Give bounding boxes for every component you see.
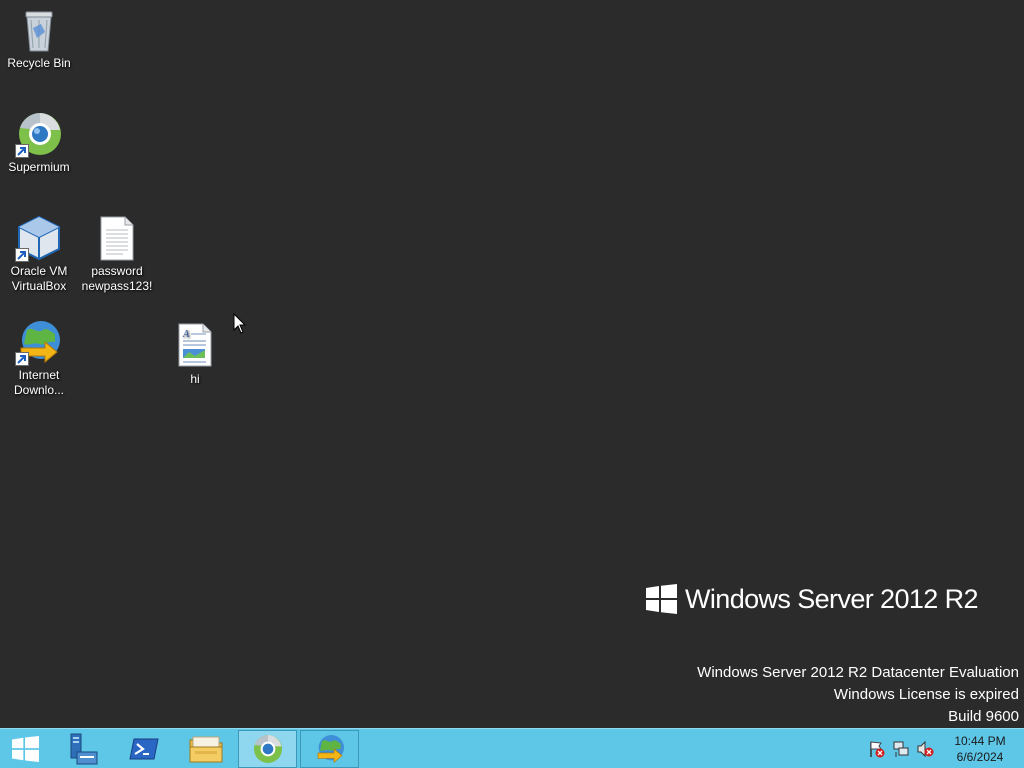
shortcut-arrow-icon xyxy=(15,144,29,158)
windows-logo-icon xyxy=(11,736,39,762)
powershell-icon xyxy=(128,738,159,760)
taskbar-powershell[interactable] xyxy=(114,730,173,768)
os-branding: Windows Server 2012 R2 xyxy=(646,582,979,616)
mouse-cursor-icon xyxy=(233,312,247,340)
recycle-bin-icon xyxy=(15,6,63,54)
desktop-icon-label: hi xyxy=(190,372,200,386)
desktop-icon-label: Recycle Bin xyxy=(7,56,71,70)
supermium-icon xyxy=(15,110,63,158)
desktop-icon-hi[interactable]: A hi xyxy=(156,322,234,387)
text-document-icon xyxy=(93,214,141,262)
virtualbox-icon xyxy=(15,214,63,262)
start-button[interactable] xyxy=(0,730,50,768)
taskbar-file-explorer[interactable] xyxy=(176,730,235,768)
taskbar-clock[interactable]: 10:44 PM 6/6/2024 xyxy=(940,733,1020,765)
desktop-icon-virtualbox[interactable]: Oracle VM VirtualBox xyxy=(0,214,78,294)
desktop-icon-internet-download-manager[interactable]: Internet Downlo... xyxy=(0,318,78,398)
internet-download-manager-icon xyxy=(317,735,344,764)
wordpad-document-icon: A xyxy=(171,322,219,370)
taskbar-internet-download-manager[interactable] xyxy=(300,730,359,768)
internet-download-manager-icon xyxy=(15,318,63,366)
desktop-icon-label: Supermium xyxy=(8,160,70,174)
shortcut-arrow-icon xyxy=(15,248,29,262)
server-manager-icon xyxy=(70,733,97,765)
desktop-icon-label: password newpass123! xyxy=(81,264,153,293)
action-center-flag-icon[interactable] xyxy=(868,740,886,758)
windows-logo-icon xyxy=(646,584,677,614)
taskbar-server-manager[interactable] xyxy=(52,730,111,768)
svg-text:A: A xyxy=(182,329,190,340)
clock-time: 10:44 PM xyxy=(954,734,1006,748)
shortcut-arrow-icon xyxy=(15,352,29,366)
os-branding-text: Windows Server 2012 R2 xyxy=(685,583,979,614)
license-watermark: Windows Server 2012 R2 Datacenter Evalua… xyxy=(697,662,1019,728)
watermark-license-status: Windows License is expired xyxy=(833,686,1019,703)
system-tray: 10:44 PM 6/6/2024 xyxy=(868,729,1024,768)
folder-icon xyxy=(189,736,222,763)
desktop-icon-password-file[interactable]: password newpass123! xyxy=(78,214,156,294)
desktop-icon-label: Oracle VM VirtualBox xyxy=(10,264,68,293)
desktop-icon-recycle-bin[interactable]: Recycle Bin xyxy=(0,6,78,71)
network-icon[interactable] xyxy=(892,740,910,758)
taskbar: 10:44 PM 6/6/2024 xyxy=(0,728,1024,768)
desktop-icon-supermium[interactable]: Supermium xyxy=(0,110,78,175)
watermark-build: Build 9600 xyxy=(948,708,1019,725)
supermium-icon xyxy=(253,735,282,763)
clock-date: 6/6/2024 xyxy=(956,750,1004,764)
watermark-edition: Windows Server 2012 R2 Datacenter Evalua… xyxy=(697,664,1019,681)
desktop-icon-label: Internet Downlo... xyxy=(13,368,65,397)
volume-muted-icon[interactable] xyxy=(916,740,934,758)
taskbar-supermium[interactable] xyxy=(238,730,297,768)
